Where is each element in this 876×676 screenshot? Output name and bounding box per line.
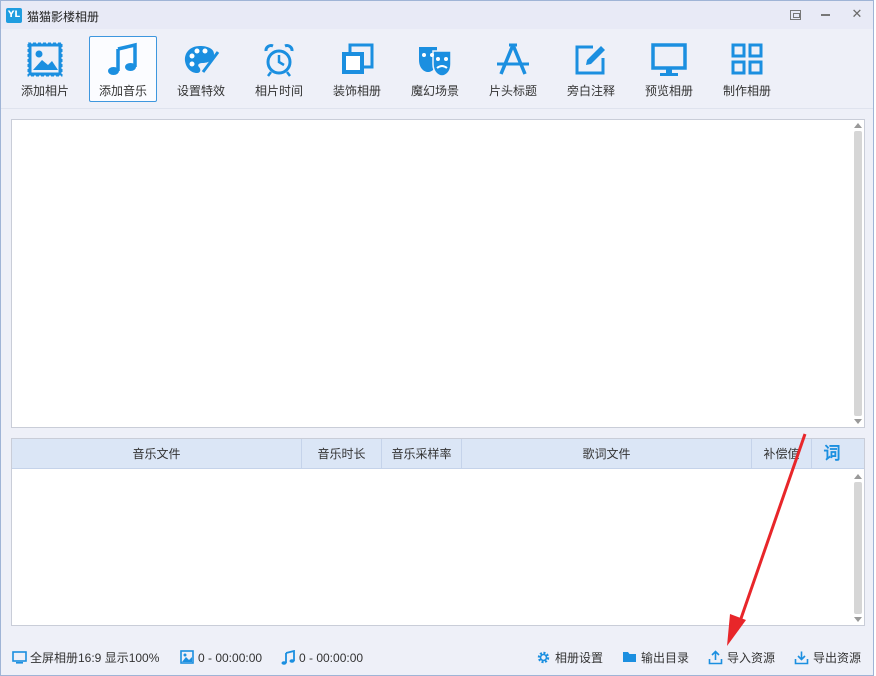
gear-icon <box>537 651 550 664</box>
palette-icon <box>184 46 220 73</box>
tool-label: 片头标题 <box>488 84 537 98</box>
music-stats-text: 0 - 00:00:00 <box>299 651 364 665</box>
layers-icon <box>342 43 374 74</box>
download-icon <box>794 651 809 665</box>
tool-opening-title[interactable]: 片头标题 <box>479 36 547 102</box>
tool-decorate-album[interactable]: 装饰相册 <box>323 36 391 102</box>
title-bar: YL 猫猫影楼相册 ✕ <box>1 1 873 29</box>
restore-icon <box>789 10 801 20</box>
main-toolbar: 添加相片 添加音乐 设置特效 相片时间 装饰相册 魔幻场景 片头标题 旁白注释 … <box>1 29 873 109</box>
app-logo-icon: YL <box>6 8 22 23</box>
column-header-music-duration[interactable]: 音乐时长 <box>302 439 382 469</box>
music-list-table: 音乐文件 音乐时长 音乐采样率 歌词文件 补偿值 词 <box>11 438 865 626</box>
tool-magic-scene[interactable]: 魔幻场景 <box>401 36 469 102</box>
window-title: 猫猫影楼相册 <box>27 10 100 24</box>
tool-label: 相片时间 <box>254 84 303 98</box>
table-scrollbar[interactable] <box>853 472 863 624</box>
album-settings-label: 相册设置 <box>555 651 604 665</box>
scroll-down-arrow-icon[interactable] <box>854 617 862 622</box>
music-note-icon <box>108 42 137 75</box>
tool-label: 魔幻场景 <box>410 84 459 98</box>
monitor-icon <box>12 651 27 664</box>
close-button[interactable]: ✕ <box>846 5 868 23</box>
close-icon: ✕ <box>851 6 863 21</box>
upload-icon <box>708 650 723 665</box>
scroll-down-arrow-icon[interactable] <box>854 419 862 424</box>
app-window: YL 猫猫影楼相册 ✕ 添加相片 添加音乐 设置特效 相片时间 装饰相册 魔幻场… <box>0 0 874 676</box>
preview-scrollbar[interactable] <box>853 121 863 426</box>
export-resources-label: 导出资源 <box>813 651 862 665</box>
tool-label: 添加相片 <box>20 84 69 98</box>
music-preview-panel <box>11 119 865 428</box>
title-a-icon <box>497 43 529 75</box>
table-header: 音乐文件 音乐时长 音乐采样率 歌词文件 补偿值 词 <box>12 439 864 469</box>
tool-narration-notes[interactable]: 旁白注释 <box>557 36 625 102</box>
column-header-offset[interactable]: 补偿值 <box>752 439 812 469</box>
scroll-up-arrow-icon[interactable] <box>854 474 862 479</box>
lyric-button[interactable]: 词 <box>812 439 852 469</box>
tool-label: 制作相册 <box>722 84 771 98</box>
restore-button[interactable] <box>784 5 806 23</box>
monitor-icon <box>651 43 687 76</box>
image-icon <box>27 42 63 77</box>
tool-label: 预览相册 <box>644 84 693 98</box>
tool-preview-album[interactable]: 预览相册 <box>635 36 703 102</box>
status-bar: 全屏相册16:9 显示100% 0 - 00:00:00 0 - 00:00:0… <box>1 640 873 675</box>
column-header-sample-rate[interactable]: 音乐采样率 <box>382 439 462 469</box>
tool-make-album[interactable]: 制作相册 <box>713 36 781 102</box>
column-header-lyric-file[interactable]: 歌词文件 <box>462 439 752 469</box>
minimize-button[interactable] <box>814 5 836 23</box>
tool-add-music[interactable]: 添加音乐 <box>89 36 157 102</box>
tool-photo-time[interactable]: 相片时间 <box>245 36 313 102</box>
photo-stats-text: 0 - 00:00:00 <box>198 651 263 665</box>
edit-pencil-icon <box>575 45 605 75</box>
tool-set-effects[interactable]: 设置特效 <box>167 36 235 102</box>
display-mode-text: 全屏相册16:9 显示100% <box>30 651 160 665</box>
import-resources-label: 导入资源 <box>727 651 776 665</box>
tool-label: 添加音乐 <box>98 84 147 98</box>
music-note-icon <box>281 650 295 665</box>
lyric-icon: 词 <box>823 444 841 463</box>
alarm-clock-icon <box>264 44 294 77</box>
table-body <box>12 470 864 625</box>
theater-masks-icon <box>419 47 452 77</box>
image-icon <box>180 650 194 664</box>
column-header-music-file[interactable]: 音乐文件 <box>12 439 302 469</box>
tool-label: 装饰相册 <box>332 84 381 98</box>
tool-add-photos[interactable]: 添加相片 <box>11 36 79 102</box>
folder-icon <box>623 652 636 662</box>
scroll-up-arrow-icon[interactable] <box>854 123 862 128</box>
output-directory-label: 输出目录 <box>641 651 690 665</box>
minimize-icon <box>820 14 830 16</box>
tool-label: 设置特效 <box>176 84 225 98</box>
tool-label: 旁白注释 <box>566 84 615 98</box>
grid-icon <box>731 43 763 75</box>
scroll-thumb[interactable] <box>854 131 862 416</box>
scroll-thumb[interactable] <box>854 482 862 614</box>
